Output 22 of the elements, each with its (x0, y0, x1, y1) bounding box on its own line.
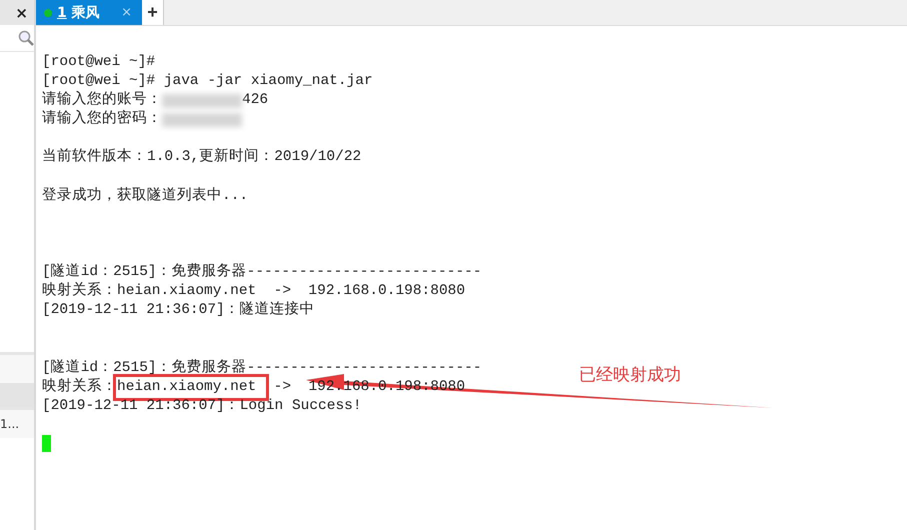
terminal-text: [root@wei ~]# java -jar xiaomy_nat.jar (42, 72, 373, 91)
terminal-text: 请输入您的密码： (42, 110, 162, 130)
terminal-text: [隧道id：2515]：免费服务器--------------------------- (42, 358, 482, 378)
list-row[interactable] (0, 352, 34, 383)
terminal-text: [隧道id：2515]：免费服务器--------------------------- (42, 263, 482, 282)
terminal-text: 映射关系：heian.xiaomy.net -> 192.168.0.198:8080 (42, 282, 466, 301)
terminal-text: [2019-12-11 21:36:07]：隧道连接中 (42, 301, 315, 320)
annotation-label: 已经映射成功 (579, 364, 681, 386)
new-tab-button[interactable]: + (142, 0, 164, 25)
terminal-text: 426 (242, 91, 268, 110)
cursor (42, 434, 51, 452)
session-tab[interactable]: 1 乘风 × (36, 0, 142, 25)
terminal-text: 请输入您的账号： (42, 91, 162, 110)
search-icon[interactable] (18, 30, 34, 46)
status-dot-icon (44, 8, 52, 16)
terminal-text: 当前软件版本：1.0.3,更新时间：2019/10/22 (42, 148, 362, 168)
terminal-text: [2019-12-11 21:36:07]：Login Success! (42, 396, 362, 416)
terminal-text: 映射关系： (42, 378, 117, 397)
list-row[interactable] (0, 383, 34, 407)
terminal-text: 登录成功，获取隧道列表中... (42, 186, 248, 206)
terminal-text: [root@wei ~]# (42, 53, 156, 72)
list-row[interactable]: 1... (0, 407, 34, 438)
